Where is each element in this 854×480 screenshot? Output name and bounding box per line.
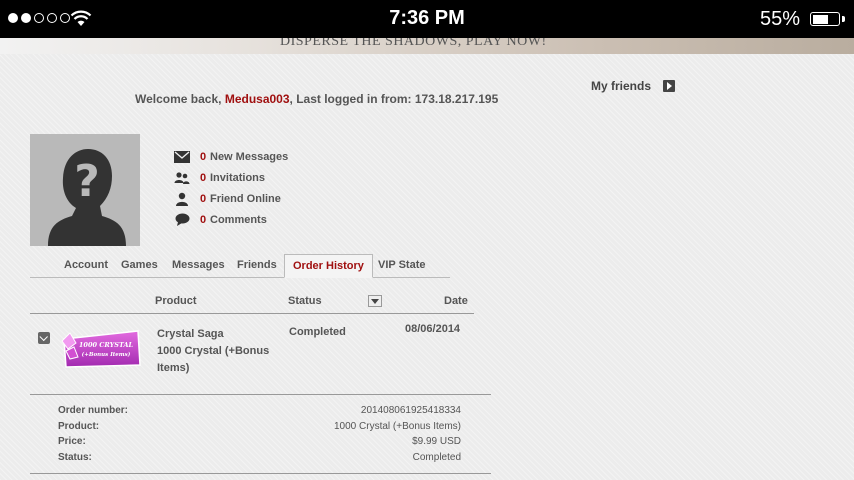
battery-percent: 55% [760, 8, 801, 30]
tab-account[interactable]: Account [64, 259, 108, 271]
tab-games[interactable]: Games [121, 259, 158, 271]
banner-text: DISPERSE THE SHADOWS, PLAY NOW! [280, 38, 547, 49]
stat-new-messages[interactable]: 0 New Messages [174, 146, 288, 167]
arrow-right-icon [663, 80, 676, 92]
column-header-product: Product [155, 295, 197, 307]
detail-price: Price: $9.99 USD [58, 436, 461, 447]
account-page: Welcome back, Medusa003, Last logged in … [0, 54, 854, 480]
tab-friends[interactable]: Friends [237, 259, 277, 271]
avatar[interactable]: ? [30, 134, 140, 246]
my-friends-link[interactable]: My friends [591, 79, 676, 93]
tab-vip-state[interactable]: VIP State [378, 259, 426, 271]
product-image: 1000 CRYSTAL (+Bonus Items) [61, 330, 141, 368]
product-image-label-2: (+Bonus Items) [82, 351, 131, 358]
divider [30, 394, 491, 395]
order-status: Completed [289, 326, 346, 338]
stat-invitations[interactable]: 0 Invitations [174, 167, 288, 188]
welcome-message: Welcome back, Medusa003, Last logged in … [135, 92, 499, 106]
activity-stats: 0 New Messages 0 Invitations 0 Friend On… [174, 146, 288, 230]
detail-order-number: Order number: 201408061925418334 [58, 405, 461, 416]
envelope-icon [174, 150, 190, 164]
game-banner[interactable]: DISPERSE THE SHADOWS, PLAY NOW! [0, 38, 854, 54]
table-row[interactable]: 1000 CRYSTAL (+Bonus Items) Crystal Saga… [30, 315, 474, 395]
username-link[interactable]: Medusa003 [225, 92, 290, 106]
detail-status: Status: Completed [58, 451, 461, 463]
order-details: Order number: 201408061925418334 Product… [58, 405, 461, 467]
stat-friend-online[interactable]: 0 Friend Online [174, 188, 288, 209]
tab-order-history[interactable]: Order History [284, 254, 373, 278]
column-header-status: Status [288, 295, 322, 307]
comment-icon [174, 213, 190, 227]
product-image-label-1: 1000 CRYSTAL [79, 341, 134, 349]
stat-comments[interactable]: 0 Comments [174, 209, 288, 230]
svg-text:?: ? [74, 156, 100, 207]
unknown-user-icon: ? [30, 134, 140, 246]
battery-icon [810, 12, 840, 26]
divider [30, 473, 491, 474]
profile-tabs: Account Games Messages Friends Order His… [30, 254, 450, 278]
collapse-row-button[interactable] [38, 332, 50, 344]
order-date: 08/06/2014 [405, 323, 461, 335]
person-icon [174, 192, 190, 206]
clock: 7:36 PM [389, 7, 465, 29]
column-header-date: Date [444, 295, 468, 307]
order-table-header: Product Status Date [30, 290, 474, 314]
tab-messages[interactable]: Messages [172, 259, 225, 271]
product-name: Crystal Saga 1000 Crystal (+Bonus Items) [157, 328, 270, 374]
detail-product: Product: 1000 Crystal (+Bonus Items) [58, 420, 461, 432]
status-filter-dropdown[interactable] [368, 295, 382, 307]
invitations-icon [174, 171, 190, 185]
status-bar: 7:36 PM 55% [0, 0, 854, 38]
my-friends-label: My friends [591, 79, 652, 93]
